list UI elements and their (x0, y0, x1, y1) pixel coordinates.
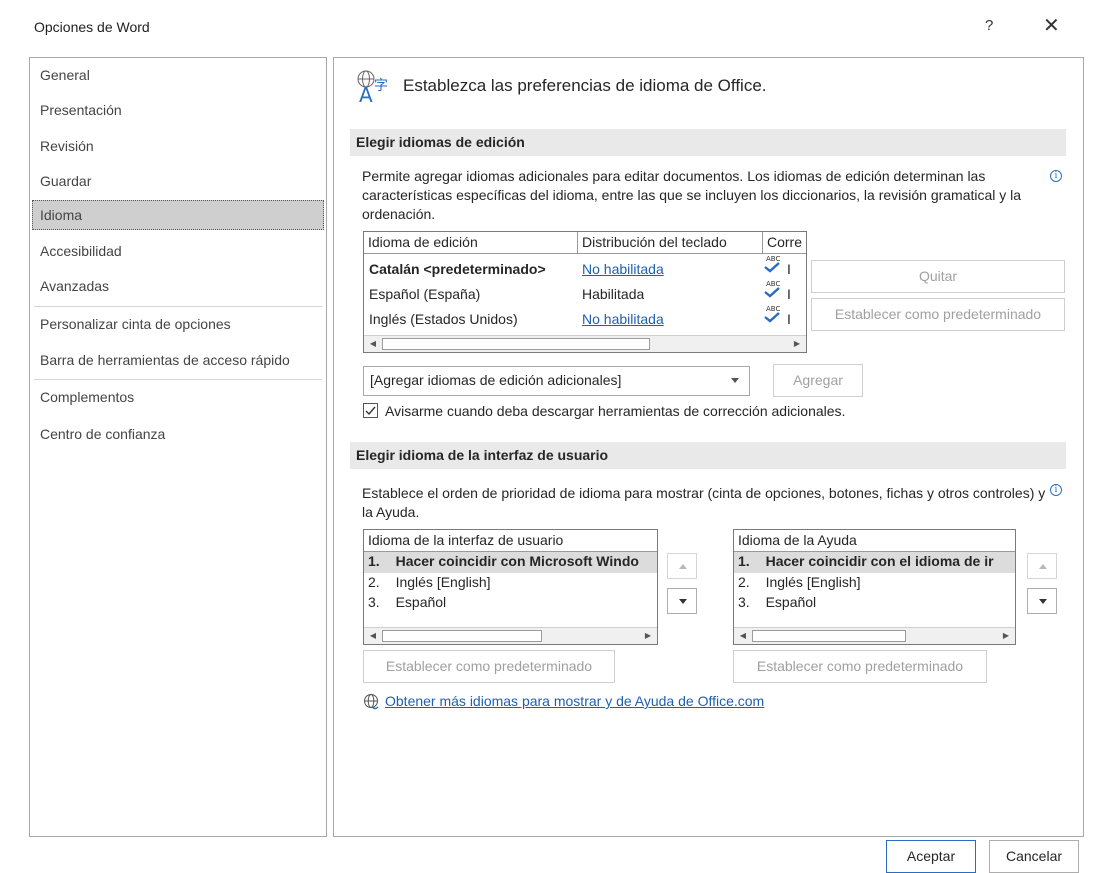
grid-cell-language: Español (España) (369, 286, 481, 302)
move-down-button[interactable] (667, 588, 697, 614)
ok-button[interactable]: Aceptar (886, 840, 976, 873)
ui-language-description: Establece el orden de prioridad de idiom… (362, 485, 1046, 520)
page-header-text: Establezca las preferencias de idioma de… (403, 76, 767, 95)
horizontal-scrollbar[interactable]: ◀ ▶ (734, 627, 1015, 644)
close-icon: ✕ (1043, 15, 1060, 37)
scroll-thumb[interactable] (752, 630, 906, 642)
sidebar-item-quick-access-toolbar[interactable]: Barra de herramientas de acceso rápido (40, 352, 290, 368)
more-languages-link[interactable]: Obtener más idiomas para mostrar y de Ay… (385, 693, 764, 709)
language-icon: A 字 (357, 70, 388, 104)
horizontal-scrollbar[interactable]: ◀ ▶ (364, 627, 657, 644)
scroll-left-icon[interactable]: ◀ (365, 629, 381, 643)
scroll-right-icon[interactable]: ▶ (998, 629, 1014, 643)
notify-checkbox-label[interactable]: Avisarme cuando deba descargar herramien… (385, 403, 845, 419)
sidebar-item-general[interactable]: General (40, 67, 90, 83)
scroll-right-icon[interactable]: ▶ (789, 337, 805, 351)
editing-languages-section-title: Elegir idiomas de edición (350, 129, 1066, 156)
grid-cell-proofing: I (787, 311, 791, 327)
close-button[interactable]: ✕ (1043, 13, 1060, 38)
help-language-list[interactable]: Idioma de la Ayuda 1. Hacer coincidir co… (733, 529, 1016, 645)
grid-header-language[interactable]: Idioma de edición (364, 232, 578, 254)
list-item[interactable]: 3. Español (364, 593, 657, 614)
move-up-button[interactable] (667, 553, 697, 579)
spellcheck-icon: ABC (764, 280, 782, 301)
horizontal-scrollbar[interactable]: ◀ ▶ (364, 335, 806, 352)
list-item[interactable]: 3. Español (734, 593, 1015, 614)
sidebar-item-presentation[interactable]: Presentación (40, 102, 122, 118)
grid-cell-language: Catalán <predeterminado> (369, 261, 546, 277)
grid-cell-language: Inglés (Estados Unidos) (369, 311, 518, 327)
scroll-thumb[interactable] (382, 338, 650, 350)
arrow-up-icon (679, 564, 687, 569)
sidebar-divider (34, 379, 322, 380)
info-icon[interactable]: i (1050, 484, 1062, 496)
language-options-panel: A 字 Establezca las preferencias de idiom… (333, 57, 1084, 837)
display-list-header: Idioma de la interfaz de usuario (364, 530, 657, 552)
spellcheck-icon: ABC (764, 255, 782, 276)
add-language-dropdown[interactable]: [Agregar idiomas de edición adicionales] (363, 366, 750, 396)
add-language-button[interactable]: Agregar (773, 364, 863, 397)
set-default-language-button[interactable]: Establecer como predeterminado (811, 298, 1065, 331)
sidebar-item-advanced[interactable]: Avanzadas (40, 278, 109, 294)
checkmark-icon (365, 406, 376, 416)
help-list-header: Idioma de la Ayuda (734, 530, 1015, 552)
sidebar-item-addins[interactable]: Complementos (40, 389, 134, 405)
set-default-display-button[interactable]: Establecer como predeterminado (363, 650, 615, 683)
grid-header-proofing[interactable]: Corre (763, 232, 806, 254)
grid-cell-proofing: I (787, 261, 791, 277)
move-down-button[interactable] (1027, 588, 1057, 614)
move-up-button[interactable] (1027, 553, 1057, 579)
grid-cell-proofing: I (787, 286, 791, 302)
cancel-button[interactable]: Cancelar (989, 840, 1079, 873)
add-language-dropdown-value: [Agregar idiomas de edición adicionales] (370, 372, 622, 388)
sidebar-item-save[interactable]: Guardar (40, 173, 91, 189)
display-language-list[interactable]: Idioma de la interfaz de usuario 1. Hace… (363, 529, 658, 645)
dialog-title: Opciones de Word (34, 19, 150, 35)
editing-languages-grid[interactable]: Idioma de edición Distribución del tecla… (363, 231, 807, 353)
options-sidebar: General Presentación Revisión Guardar Id… (29, 57, 327, 837)
list-item[interactable]: 1. Hacer coincidir con Microsoft Windo (364, 552, 657, 573)
sidebar-divider (34, 306, 322, 307)
sidebar-item-trust-center[interactable]: Centro de confianza (40, 426, 165, 442)
arrow-down-icon (1039, 599, 1047, 604)
svg-text:字: 字 (374, 78, 388, 94)
svg-text:A: A (359, 83, 373, 104)
remove-language-button[interactable]: Quitar (811, 260, 1065, 293)
scroll-thumb[interactable] (382, 630, 542, 642)
editing-languages-description: Permite agregar idiomas adicionales para… (362, 168, 1022, 222)
ui-language-section-title: Elegir idioma de la interfaz de usuario (350, 442, 1066, 469)
sidebar-item-customize-ribbon[interactable]: Personalizar cinta de opciones (40, 316, 231, 332)
notify-checkbox[interactable] (363, 403, 378, 418)
spellcheck-icon: ABC (764, 305, 782, 326)
scroll-left-icon[interactable]: ◀ (735, 629, 751, 643)
list-item[interactable]: 2. Inglés [English] (734, 573, 1015, 594)
sidebar-item-revision[interactable]: Revisión (40, 138, 94, 154)
arrow-up-icon (1039, 564, 1047, 569)
chevron-down-icon (731, 378, 739, 383)
sidebar-item-accessibility[interactable]: Accesibilidad (40, 243, 122, 259)
list-item[interactable]: 2. Inglés [English] (364, 573, 657, 594)
arrow-down-icon (679, 599, 687, 604)
grid-header-keyboard[interactable]: Distribución del teclado (578, 232, 763, 254)
info-icon[interactable]: i (1050, 170, 1062, 182)
keyboard-link[interactable]: No habilitada (582, 311, 664, 327)
grid-cell-keyboard: Habilitada (582, 286, 645, 302)
set-default-help-button[interactable]: Establecer como predeterminado (733, 650, 987, 683)
list-item[interactable]: 1. Hacer coincidir con el idioma de ir (734, 552, 1015, 573)
sidebar-item-language[interactable]: Idioma (40, 207, 82, 223)
keyboard-link[interactable]: No habilitada (582, 261, 664, 277)
scroll-right-icon[interactable]: ▶ (640, 629, 656, 643)
help-button[interactable]: ? (985, 17, 993, 34)
scroll-left-icon[interactable]: ◀ (365, 337, 381, 351)
globe-link-icon (364, 694, 379, 710)
